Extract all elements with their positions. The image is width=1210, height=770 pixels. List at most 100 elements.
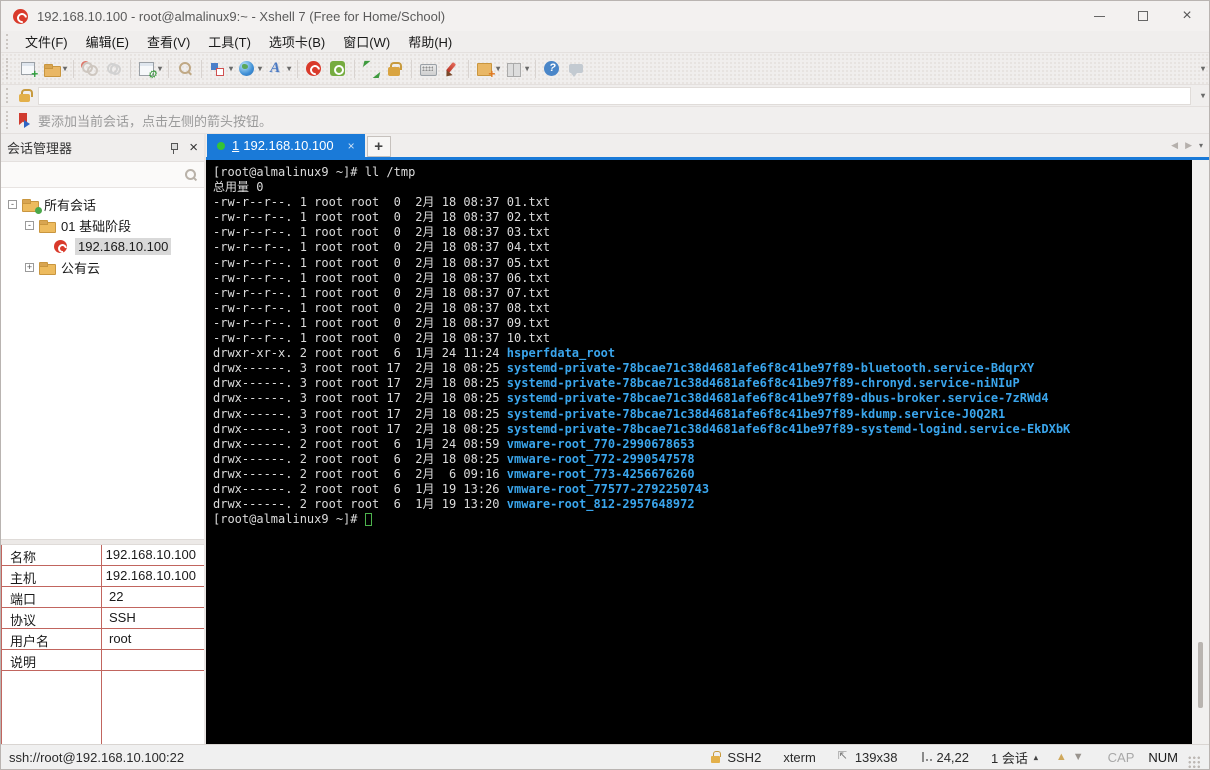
xshell-session-icon — [53, 239, 71, 254]
folder-icon — [39, 260, 57, 275]
minimize-button[interactable] — [1077, 1, 1121, 31]
close-button[interactable]: × — [1165, 1, 1209, 31]
reconnect-button[interactable] — [102, 57, 126, 81]
tile-button[interactable]: ▾ — [502, 57, 531, 81]
protocol-label: SSH2 — [727, 750, 761, 765]
tab-scroll-left-icon[interactable]: ◀ — [1171, 140, 1178, 151]
property-value: 192.168.10.100 — [98, 566, 204, 586]
menu-item[interactable]: 查看(V) — [138, 30, 199, 53]
new-tab-plus-button[interactable]: + — [367, 136, 391, 157]
keyboard-icon — [418, 60, 438, 78]
terminal[interactable]: [root@almalinux9 ~]# ll /tmp 总用量 0 -rw-r… — [206, 160, 1192, 744]
tree-item-label: 公有云 — [61, 258, 100, 277]
pin-icon[interactable] — [167, 141, 181, 155]
lock-button[interactable] — [383, 57, 407, 81]
address-input[interactable] — [38, 87, 1191, 105]
new-session-button[interactable] — [16, 57, 40, 81]
toolbar-overflow-icon[interactable]: ▾ — [1201, 64, 1205, 73]
tree-item[interactable]: - 所有会话 — [1, 194, 204, 215]
toolbar-separator — [354, 60, 355, 78]
xftp-button[interactable] — [326, 57, 350, 81]
terminal-line: -rw-r--r--. 1 root root 0 2月 18 08:37 10… — [213, 331, 1192, 346]
num-lock-indicator: NUM — [1148, 750, 1178, 765]
terminal-line: -rw-r--r--. 1 root root 0 2月 18 08:37 05… — [213, 256, 1192, 271]
menu-item[interactable]: 文件(F) — [16, 30, 77, 53]
session-search-input[interactable] — [7, 166, 182, 184]
toolbar-separator — [535, 60, 536, 78]
new-tab-button[interactable]: ▾ — [473, 57, 502, 81]
menu-item[interactable]: 选项卡(B) — [260, 30, 334, 53]
property-label: 主机 — [2, 566, 98, 586]
chevron-down-icon: ▾ — [258, 64, 262, 73]
compose-button[interactable] — [440, 57, 464, 81]
xshell-button[interactable] — [302, 57, 326, 81]
xshell-icon — [304, 60, 324, 78]
cursor-position-icon — [919, 751, 932, 763]
address-dropdown-icon[interactable]: ▾ — [1201, 91, 1205, 100]
menu-item[interactable]: 编辑(E) — [77, 30, 138, 53]
toolbar-grip[interactable] — [6, 58, 10, 80]
fullscreen-icon — [361, 60, 381, 78]
xshell-app-icon — [11, 8, 29, 25]
terminal-type[interactable]: xterm — [783, 750, 816, 765]
tab-scroll-right-icon[interactable]: ▶ — [1185, 140, 1192, 151]
expander-icon[interactable]: - — [25, 221, 34, 230]
session-count[interactable]: 1 会话 ▴ — [991, 748, 1038, 767]
chevron-down-icon: ▾ — [525, 64, 529, 73]
font-button[interactable]: ▾ — [264, 57, 293, 81]
tree-item[interactable]: + 公有云 — [1, 257, 204, 278]
terminal-cursor — [365, 513, 372, 526]
terminal-line: -rw-r--r--. 1 root root 0 2月 18 08:37 01… — [213, 195, 1192, 210]
toolbar-separator — [168, 60, 169, 78]
tab-strip: 1 192.168.10.100 × + ◀ ▶ ▾ — [206, 134, 1209, 160]
tree-item-label: 192.168.10.100 — [75, 238, 171, 255]
tab-session[interactable]: 1 192.168.10.100 × — [207, 134, 365, 157]
fullscreen-button[interactable] — [359, 57, 383, 81]
keyboard-button[interactable] — [416, 57, 440, 81]
info-message: 要添加当前会话，点击左侧的箭头按钮。 — [38, 111, 272, 130]
scroll-down-icon[interactable]: ▼ — [1073, 751, 1084, 763]
terminal-line: -rw-r--r--. 1 root root 0 2月 18 08:37 02… — [213, 210, 1192, 225]
terminal-line: -rw-r--r--. 1 root root 0 2月 18 08:37 07… — [213, 286, 1192, 301]
property-value: SSH — [101, 608, 204, 628]
menu-item[interactable]: 帮助(H) — [399, 30, 461, 53]
menu-item[interactable]: 工具(T) — [199, 30, 260, 53]
session-properties-button[interactable]: ▾ — [135, 57, 164, 81]
terminal-line: drwx------. 2 root root 6 1月 19 13:26 vm… — [213, 482, 1192, 497]
tree-item[interactable]: 192.168.10.100 — [1, 236, 204, 257]
chat-button[interactable] — [564, 57, 588, 81]
disconnect-icon — [80, 60, 100, 78]
tab-list-icon[interactable]: ▾ — [1199, 141, 1203, 150]
menu-item[interactable]: 窗口(W) — [334, 30, 399, 53]
terminal-size-value: 139x38 — [855, 750, 898, 765]
cursor-position-value: 24,22 — [936, 750, 969, 765]
terminal-scrollbar[interactable] — [1192, 160, 1209, 744]
resize-grip[interactable] — [1188, 756, 1201, 769]
tab-close-icon[interactable]: × — [348, 139, 355, 153]
session-properties-icon — [137, 60, 157, 78]
property-label: 名称 — [2, 545, 98, 565]
terminal-line: drwx------. 2 root root 6 2月 18 08:25 vm… — [213, 452, 1192, 467]
web-button[interactable]: ▾ — [235, 57, 264, 81]
toolbar-separator — [411, 60, 412, 78]
disconnect-button[interactable] — [78, 57, 102, 81]
terminal-line: drwx------. 3 root root 17 2月 18 08:25 s… — [213, 361, 1192, 376]
maximize-button[interactable] — [1121, 1, 1165, 31]
panel-close-icon[interactable]: × — [189, 141, 198, 155]
expander-icon[interactable]: - — [8, 200, 17, 209]
info-grip[interactable] — [6, 111, 10, 129]
find-button[interactable] — [173, 57, 197, 81]
property-row: 用户名 root — [2, 629, 204, 650]
tree-item[interactable]: - 01 基础阶段 — [1, 215, 204, 236]
scroll-up-icon[interactable]: ▲ — [1056, 751, 1067, 763]
toolbar-separator — [73, 60, 74, 78]
help-button[interactable] — [540, 57, 564, 81]
scrollbar-thumb[interactable] — [1198, 642, 1203, 708]
expander-icon[interactable]: + — [25, 263, 34, 272]
layout-button[interactable]: ▾ — [206, 57, 235, 81]
open-folder-button[interactable]: ▾ — [40, 57, 69, 81]
address-grip[interactable] — [6, 88, 10, 103]
status-bar: ssh://root@192.168.10.100:22 SSH2 xterm … — [1, 744, 1209, 769]
menu-grip[interactable] — [6, 34, 10, 49]
session-manager-header: 会话管理器 × — [1, 134, 204, 162]
